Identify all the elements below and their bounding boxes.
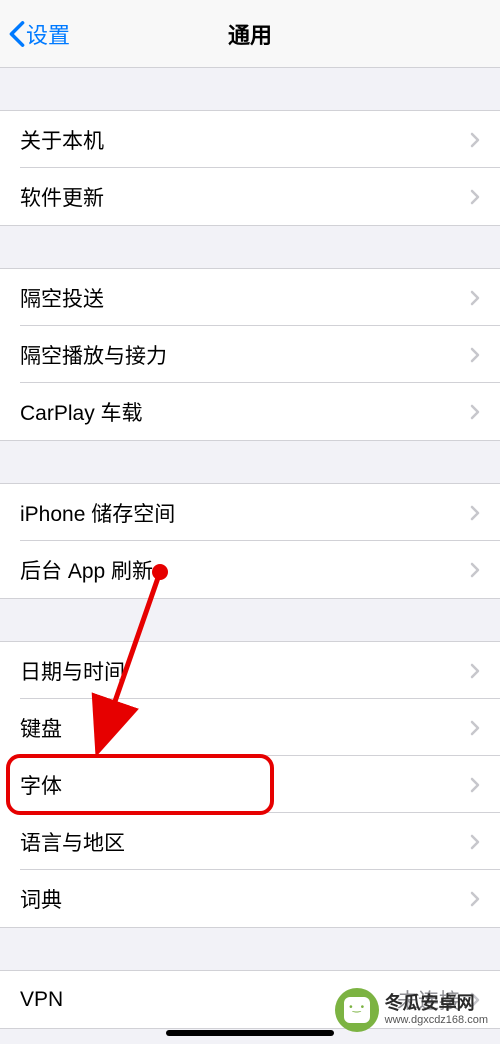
item-label: 隔空播放与接力	[20, 340, 470, 370]
watermark-logo-icon	[335, 988, 379, 1032]
group-spacer	[0, 68, 500, 110]
chevron-right-icon	[470, 404, 480, 420]
item-label: 软件更新	[20, 182, 470, 212]
group-spacer	[0, 226, 500, 268]
settings-item-keyboard[interactable]: 键盘	[0, 699, 500, 756]
settings-item-software-update[interactable]: 软件更新	[0, 168, 500, 225]
list-group: iPhone 储存空间后台 App 刷新	[0, 483, 500, 599]
chevron-right-icon	[470, 777, 480, 793]
chevron-right-icon	[470, 505, 480, 521]
settings-item-carplay[interactable]: CarPlay 车载	[0, 383, 500, 440]
settings-item-airdrop[interactable]: 隔空投送	[0, 269, 500, 326]
watermark-title: 冬瓜安卓网	[385, 994, 488, 1014]
settings-content: 关于本机软件更新隔空投送隔空播放与接力 CarPlay 车载 iPhone 储存空间…	[0, 68, 500, 1029]
settings-item-background-app-refresh[interactable]: 后台 App 刷新	[0, 541, 500, 598]
chevron-right-icon	[470, 663, 480, 679]
chevron-right-icon	[470, 189, 480, 205]
settings-item-fonts[interactable]: 字体	[0, 756, 500, 813]
item-label: CarPlay 车载	[20, 397, 470, 427]
item-label: 键盘	[20, 713, 470, 743]
chevron-right-icon	[470, 562, 480, 578]
item-label: 词典	[20, 884, 470, 914]
settings-item-airplay-handoff[interactable]: 隔空播放与接力	[0, 326, 500, 383]
item-label: 语言与地区	[20, 827, 470, 857]
chevron-right-icon	[470, 290, 480, 306]
group-spacer	[0, 928, 500, 970]
settings-item-date-time[interactable]: 日期与时间	[0, 642, 500, 699]
item-label: 关于本机	[20, 125, 470, 155]
list-group: 日期与时间键盘字体语言与地区词典	[0, 641, 500, 928]
nav-bar: 设置 通用	[0, 0, 500, 68]
item-label: 后台 App 刷新	[20, 555, 470, 585]
home-indicator	[166, 1030, 334, 1036]
page-title: 通用	[228, 18, 272, 50]
list-group: 关于本机软件更新	[0, 110, 500, 226]
settings-item-dictionary[interactable]: 词典	[0, 870, 500, 927]
chevron-right-icon	[470, 720, 480, 736]
list-group: 隔空投送隔空播放与接力 CarPlay 车载	[0, 268, 500, 441]
settings-item-language-region[interactable]: 语言与地区	[0, 813, 500, 870]
chevron-right-icon	[470, 834, 480, 850]
chevron-right-icon	[470, 347, 480, 363]
chevron-right-icon	[470, 132, 480, 148]
chevron-left-icon	[8, 20, 26, 48]
item-label: 字体	[20, 770, 470, 800]
item-label: iPhone 储存空间	[20, 498, 470, 528]
back-button[interactable]: 设置	[0, 18, 70, 50]
chevron-right-icon	[470, 891, 480, 907]
back-label: 设置	[26, 18, 70, 50]
settings-item-about[interactable]: 关于本机	[0, 111, 500, 168]
item-label: 隔空投送	[20, 283, 470, 313]
item-label: 日期与时间	[20, 656, 470, 686]
settings-item-iphone-storage[interactable]: iPhone 储存空间	[0, 484, 500, 541]
group-spacer	[0, 599, 500, 641]
group-spacer	[0, 441, 500, 483]
watermark: 冬瓜安卓网 www.dgxcdz168.com	[335, 988, 488, 1032]
watermark-url: www.dgxcdz168.com	[385, 1014, 488, 1026]
